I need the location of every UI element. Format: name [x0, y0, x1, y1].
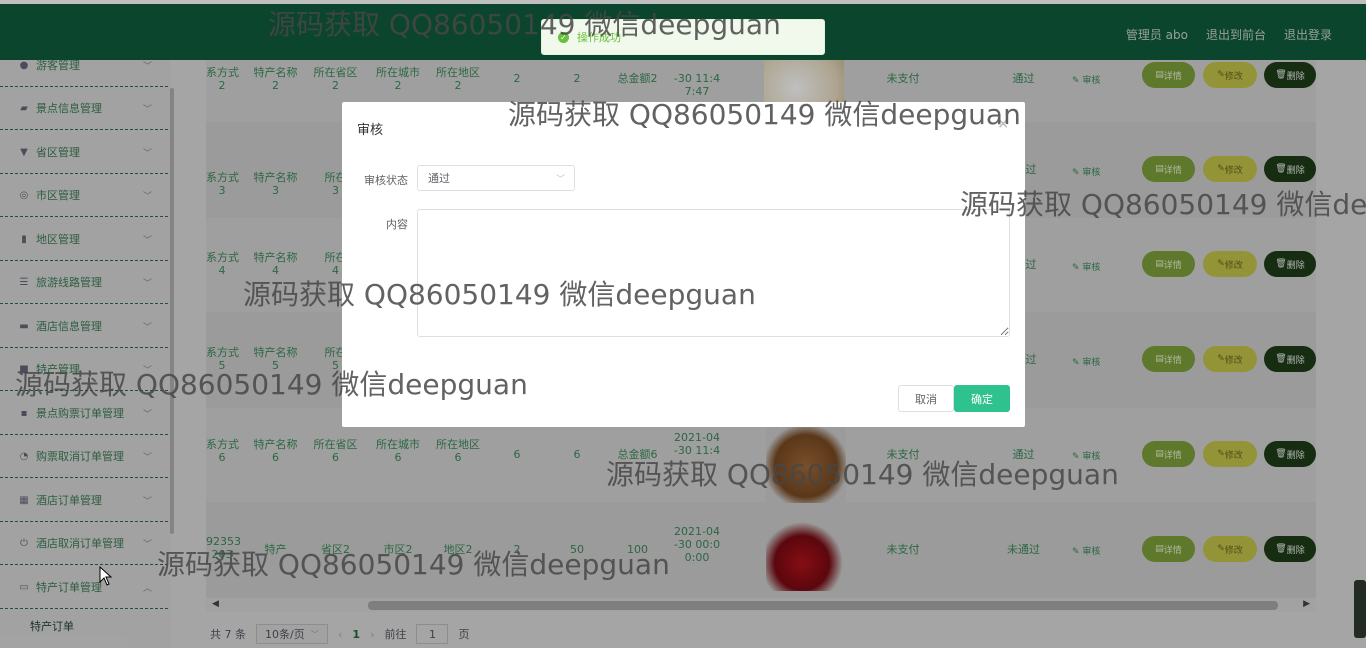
- status-label: 审核状态: [364, 174, 408, 187]
- watermark-text: 源码获取 QQ86050149 微信deepguan: [243, 278, 756, 311]
- watermark-text: 源码获取 QQ86050149 微信deepguan: [157, 548, 670, 581]
- chevron-down-icon: ﹀: [555, 175, 565, 185]
- cancel-button[interactable]: 取消: [898, 385, 954, 412]
- content-label: 内容: [386, 218, 408, 231]
- status-select[interactable]: 通过 ﹀: [417, 165, 575, 191]
- watermark-text: 源码获取 QQ86050149 微信deepguan: [960, 188, 1366, 221]
- watermark-text: 源码获取 QQ86050149 微信deepguan: [606, 458, 1119, 491]
- confirm-button[interactable]: 确定: [954, 385, 1010, 412]
- watermark-text: 源码获取 QQ86050149 微信deepguan: [15, 368, 528, 401]
- dialog-title: 审核: [357, 123, 384, 138]
- watermark-text: 源码获取 QQ86050149 微信deepguan: [508, 98, 1021, 131]
- watermark-text: 源码获取 QQ86050149 微信deepguan: [268, 8, 781, 41]
- mouse-cursor-icon: [99, 566, 113, 586]
